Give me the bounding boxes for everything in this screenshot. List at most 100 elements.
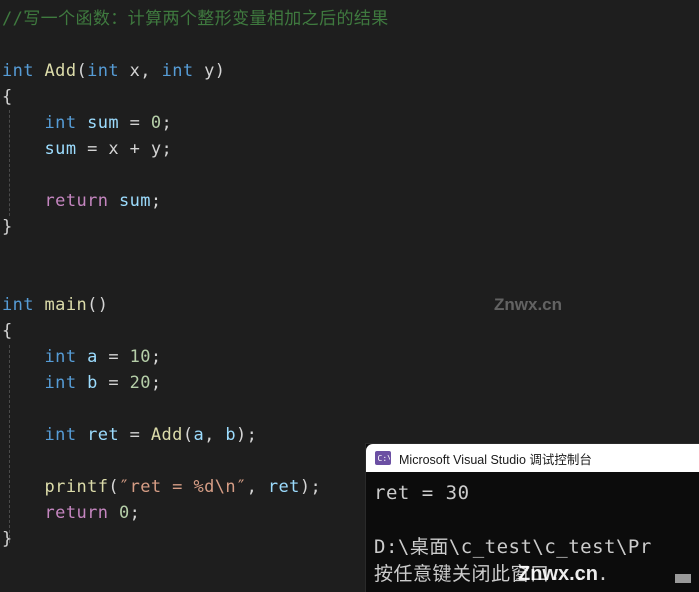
code-token: int (2, 61, 34, 81)
code-token: 0 (150, 113, 162, 133)
console-window-title: Microsoft Visual Studio 调试控制台 (399, 452, 592, 467)
code-token: y (204, 61, 215, 81)
code-token: , (246, 477, 268, 497)
code-line: int b = 20; (0, 370, 699, 396)
code-token: ( (108, 477, 119, 497)
code-token: + (119, 139, 151, 159)
code-line: int sum = 0; (0, 110, 699, 136)
code-line: { (0, 84, 699, 110)
code-token: int (2, 295, 34, 315)
console-cursor (675, 574, 691, 583)
svg-text:C:\: C:\ (377, 454, 390, 463)
code-token: ret (87, 425, 119, 445)
code-token: ); (299, 477, 322, 497)
code-token: ″ret = %d\n″ (119, 477, 247, 497)
code-token: a (193, 425, 205, 445)
code-token: ; (150, 347, 162, 367)
code-token: Add (150, 425, 183, 445)
code-token: () (87, 295, 109, 315)
code-token: b (87, 373, 98, 393)
code-token: ( (76, 61, 88, 81)
code-token: ; (161, 139, 173, 159)
code-token: x (129, 61, 141, 81)
code-token: ; (150, 373, 162, 393)
code-token: sum (119, 191, 151, 211)
code-token: = (119, 425, 151, 445)
code-token: { (2, 87, 13, 107)
code-token: int (44, 373, 77, 393)
code-token: ) (214, 61, 226, 81)
code-line: //写一个函数：计算两个整形变量相加之后的结果 (0, 6, 699, 32)
code-token: printf (44, 477, 109, 497)
code-token: ( (182, 425, 194, 445)
code-token: int (44, 425, 77, 445)
code-token: y (150, 139, 162, 159)
code-token: ; (129, 503, 141, 523)
console-cmd-icon: C:\ (375, 451, 391, 465)
code-token: return (44, 191, 109, 211)
console-line: ret = 30 (374, 482, 470, 504)
code-token: = (97, 373, 130, 393)
console-window[interactable]: C:\ Microsoft Visual Studio 调试控制台 ret = … (366, 444, 699, 592)
code-token: sum (44, 139, 77, 159)
code-token: a (87, 347, 98, 367)
code-token: //写一个函数：计算两个整形变量相加之后的结果 (2, 9, 389, 29)
code-token: b (225, 425, 237, 445)
code-token: , (204, 425, 226, 445)
code-token: , (140, 61, 162, 81)
code-token: int (87, 61, 119, 81)
console-output-area[interactable]: ret = 30 D:\桌面\c_test\c_test\Pr 按任意键关闭此窗口… (366, 472, 699, 592)
code-token: return (44, 503, 109, 523)
code-token: ); (236, 425, 258, 445)
code-line: return sum; (0, 188, 699, 214)
code-line: { (0, 318, 699, 344)
code-token: = (76, 139, 109, 159)
code-token: 0 (119, 503, 130, 523)
console-line: 按任意键关闭此窗口. . . (374, 563, 610, 585)
code-token: Add (44, 61, 77, 81)
code-token: int (161, 61, 194, 81)
code-token: int (44, 113, 77, 133)
code-token: = (97, 347, 130, 367)
code-token: int (44, 347, 77, 367)
code-token: 10 (129, 347, 151, 367)
console-titlebar[interactable]: C:\ Microsoft Visual Studio 调试控制台 (366, 444, 699, 472)
code-token: x (108, 139, 119, 159)
code-line: int a = 10; (0, 344, 699, 370)
code-token: = (119, 113, 151, 133)
console-line: D:\桌面\c_test\c_test\Pr (374, 536, 652, 558)
console-lines-container: ret = 30 D:\桌面\c_test\c_test\Pr 按任意键关闭此窗口… (374, 480, 699, 588)
code-line: sum = x + y; (0, 136, 699, 162)
code-token: } (2, 217, 13, 237)
code-token: ; (150, 191, 162, 211)
screen-root: //写一个函数：计算两个整形变量相加之后的结果 int Add(int x, i… (0, 0, 699, 592)
code-token: } (2, 529, 13, 549)
code-line: int Add(int x, int y) (0, 58, 699, 84)
code-token: ret (267, 477, 300, 497)
code-token: ; (161, 113, 173, 133)
code-line: } (0, 214, 699, 240)
